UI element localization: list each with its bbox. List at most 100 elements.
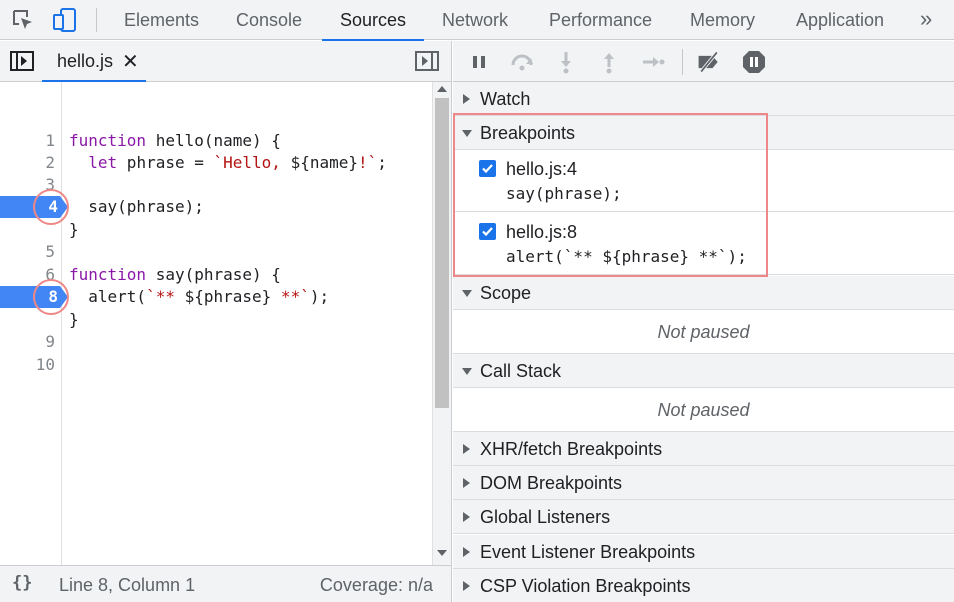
tab-performance[interactable]: Performance bbox=[549, 0, 652, 40]
code-line-2[interactable]: let phrase = `Hello, ${name}!`; bbox=[69, 152, 387, 174]
line-number[interactable]: 9 bbox=[15, 331, 55, 353]
step-into-icon[interactable] bbox=[553, 49, 579, 75]
file-tab-hello-js[interactable]: hello.js ✕ bbox=[42, 41, 146, 82]
section-label: Watch bbox=[480, 89, 531, 109]
step-icon[interactable] bbox=[639, 49, 665, 75]
section-label: Breakpoints bbox=[480, 123, 576, 143]
template-interpolation: ${phrase} bbox=[184, 287, 272, 306]
expand-arrow-icon bbox=[463, 94, 470, 104]
step-out-icon[interactable] bbox=[596, 49, 622, 75]
code-line-1[interactable]: function hello(name) { bbox=[69, 130, 281, 152]
tab-console[interactable]: Console bbox=[236, 0, 302, 40]
expand-arrow-icon bbox=[463, 547, 470, 557]
section-label: Scope bbox=[480, 283, 532, 303]
string-literal: !` bbox=[358, 153, 378, 172]
line-number[interactable]: 1 bbox=[15, 130, 55, 152]
deactivate-breakpoints-icon[interactable] bbox=[696, 49, 722, 75]
scroll-up-icon[interactable] bbox=[437, 86, 447, 92]
section-label: Event Listener Breakpoints bbox=[480, 542, 696, 562]
section-event-listener-breakpoints[interactable]: Event Listener Breakpoints bbox=[453, 535, 954, 569]
string-literal: `Hello, bbox=[213, 153, 291, 172]
code-line-9[interactable]: } bbox=[69, 309, 79, 331]
highlight-circle bbox=[33, 279, 69, 315]
breakpoint-source: say(phrase); bbox=[506, 184, 622, 203]
scroll-down-icon[interactable] bbox=[437, 550, 447, 556]
breakpoint-marker[interactable]: 4 bbox=[0, 189, 69, 225]
step-over-icon[interactable] bbox=[509, 49, 535, 75]
code-line-4[interactable]: say(phrase); bbox=[69, 196, 204, 218]
section-dom-breakpoints[interactable]: DOM Breakpoints bbox=[453, 466, 954, 500]
collapse-arrow-icon bbox=[462, 368, 472, 375]
devtools-tab-bar: Elements Console Sources Network Perform… bbox=[0, 0, 954, 41]
expand-arrow-icon bbox=[463, 444, 470, 454]
keyword: function bbox=[69, 131, 147, 150]
code-text: ); bbox=[309, 287, 330, 306]
more-tabs-button[interactable]: » bbox=[920, 0, 932, 40]
line-number[interactable]: 10 bbox=[15, 354, 55, 376]
code-line-8[interactable]: alert(`** ${phrase} **`); bbox=[69, 286, 329, 308]
code-text: phrase = bbox=[117, 153, 214, 172]
breakpoint-marker[interactable]: 8 bbox=[0, 279, 69, 315]
string-literal: `** bbox=[146, 287, 185, 306]
inspect-element-icon[interactable] bbox=[10, 7, 36, 33]
section-label: DOM Breakpoints bbox=[480, 473, 623, 493]
editor-tab-bar: hello.js ✕ bbox=[0, 41, 451, 82]
debugger-sidebar: Watch Breakpoints hello.js:4 say(phrase)… bbox=[453, 41, 954, 602]
device-toolbar-icon[interactable] bbox=[52, 7, 78, 33]
code-text: say(phrase) { bbox=[146, 265, 281, 284]
breakpoint-checkbox[interactable] bbox=[479, 160, 496, 177]
section-call-stack[interactable]: Call Stack bbox=[453, 354, 954, 388]
section-label: Call Stack bbox=[480, 361, 562, 381]
section-watch[interactable]: Watch bbox=[453, 82, 954, 116]
section-global-listeners[interactable]: Global Listeners bbox=[453, 500, 954, 534]
debugger-toolbar bbox=[453, 41, 954, 82]
section-label: CSP Violation Breakpoints bbox=[480, 576, 691, 596]
line-gutter[interactable]: 1 2 3 5 6 7 9 10 bbox=[0, 82, 62, 565]
tab-sources[interactable]: Sources bbox=[321, 0, 425, 41]
code-line-5[interactable]: } bbox=[69, 219, 79, 241]
section-label: XHR/fetch Breakpoints bbox=[480, 439, 663, 459]
section-breakpoints[interactable]: Breakpoints bbox=[453, 116, 954, 150]
editor-scrollbar[interactable] bbox=[432, 82, 451, 565]
code-text: ; bbox=[377, 153, 387, 172]
file-tab-label: hello.js bbox=[57, 51, 114, 71]
code-text: hello(name) { bbox=[146, 131, 281, 150]
pause-on-exceptions-icon[interactable] bbox=[741, 49, 767, 75]
breakpoint-location: hello.js:8 bbox=[506, 222, 578, 242]
collapse-arrow-icon bbox=[462, 290, 472, 297]
scrollbar-thumb[interactable] bbox=[435, 98, 449, 408]
tab-network[interactable]: Network bbox=[442, 0, 508, 40]
breakpoint-item[interactable]: hello.js:8 alert(`** ${phrase} **`); bbox=[453, 213, 954, 275]
template-interpolation: ${name} bbox=[290, 153, 358, 172]
tab-memory[interactable]: Memory bbox=[690, 0, 755, 40]
call-stack-status: Not paused bbox=[453, 388, 954, 432]
pause-icon[interactable] bbox=[466, 49, 492, 75]
expand-arrow-icon bbox=[463, 581, 470, 591]
coverage-status: Coverage: n/a bbox=[319, 575, 433, 595]
highlight-circle bbox=[33, 189, 69, 225]
tab-elements[interactable]: Elements bbox=[124, 0, 199, 40]
code-editor[interactable]: 1 2 3 5 6 7 9 10 4 8 function hello(name… bbox=[0, 82, 451, 565]
breakpoint-checkbox[interactable] bbox=[479, 223, 496, 240]
breakpoint-item[interactable]: hello.js:4 say(phrase); bbox=[453, 150, 954, 212]
tab-application[interactable]: Application bbox=[796, 0, 884, 40]
cursor-position: Line 8, Column 1 bbox=[59, 575, 196, 595]
breakpoint-source: alert(`** ${phrase} **`); bbox=[506, 247, 747, 266]
expand-arrow-icon bbox=[463, 512, 470, 522]
code-text: alert( bbox=[69, 287, 147, 306]
line-number[interactable]: 2 bbox=[15, 152, 55, 174]
editor-status-bar: {} Line 8, Column 1 Coverage: n/a bbox=[0, 565, 451, 602]
section-xhr-breakpoints[interactable]: XHR/fetch Breakpoints bbox=[453, 432, 954, 466]
keyword: function bbox=[69, 265, 147, 284]
section-csp-violation-breakpoints[interactable]: CSP Violation Breakpoints bbox=[453, 569, 954, 602]
pretty-print-icon[interactable]: {} bbox=[12, 573, 32, 593]
toolbar-separator bbox=[96, 8, 97, 32]
section-scope[interactable]: Scope bbox=[453, 276, 954, 310]
toolbar-separator bbox=[682, 49, 683, 75]
line-number[interactable]: 5 bbox=[15, 241, 55, 263]
toggle-navigator-icon[interactable] bbox=[9, 48, 35, 74]
close-tab-icon[interactable]: ✕ bbox=[122, 49, 139, 74]
toggle-debugger-icon[interactable] bbox=[414, 48, 440, 74]
code-line-7[interactable]: function say(phrase) { bbox=[69, 264, 281, 286]
